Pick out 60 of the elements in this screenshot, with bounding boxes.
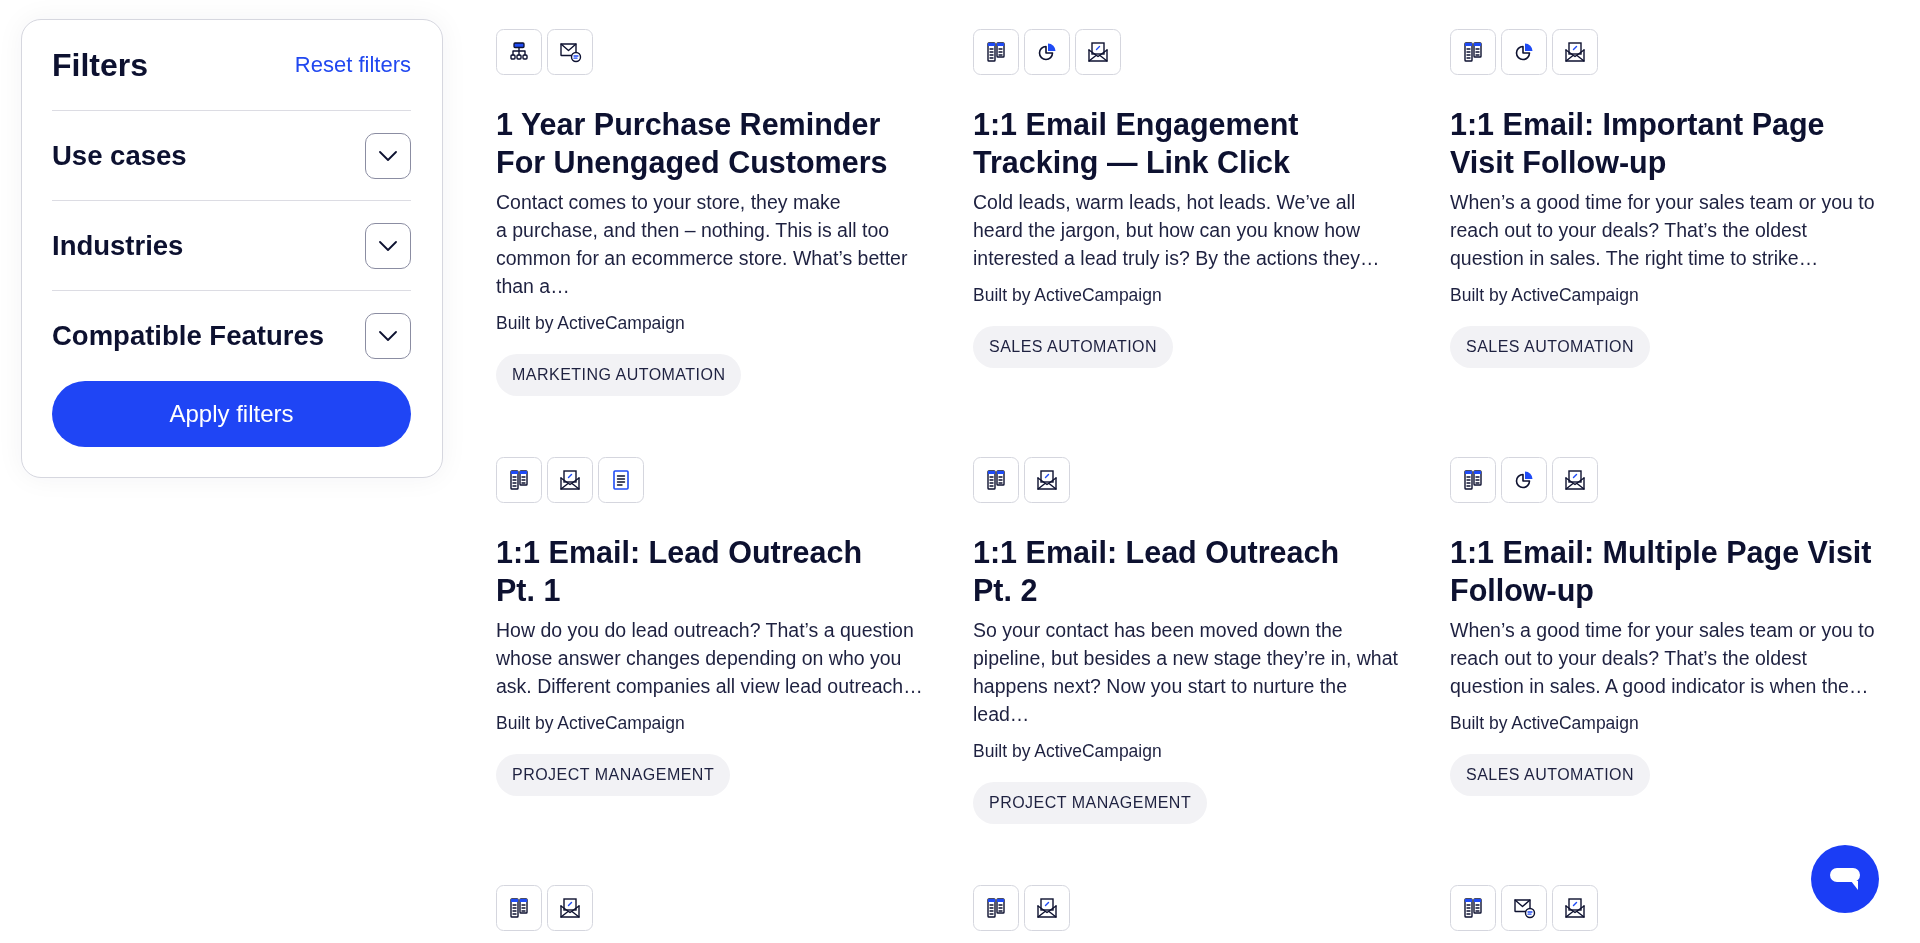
chevron-down-icon: [379, 331, 397, 341]
chat-bubble-icon: [1830, 868, 1860, 890]
open-envelope-icon: [1552, 29, 1598, 75]
open-envelope-icon: [1552, 885, 1598, 931]
columns-icon: [1450, 457, 1496, 503]
open-envelope-icon: [1075, 29, 1121, 75]
chevron-down-icon: [379, 240, 397, 251]
card-title[interactable]: 1:1 Email: Lead Outreach Pt. 1: [496, 533, 924, 609]
columns-icon: [973, 885, 1019, 931]
author-text: Built by ActiveCampaign: [496, 312, 685, 335]
open-envelope-icon: [1552, 457, 1598, 503]
pie-chart-icon: [1501, 457, 1547, 503]
card-description: So your contact has been moved down the pipeline, but besides a new stage they’re in, what happens next? Now you start to nurture the lead…: [973, 618, 1399, 727]
filter-section-label: Compatible Features: [52, 320, 324, 352]
card-description: How do you do lead outreach? That’s a question whose answer changes depending on who you ask. Different companies all view lead outreach…: [496, 618, 924, 699]
expand-button[interactable]: [365, 313, 411, 359]
open-envelope-icon: [1024, 885, 1070, 931]
columns-icon: [1450, 29, 1496, 75]
category-tag: SALES AUTOMATION: [1450, 326, 1651, 368]
category-tag: PROJECT MANAGEMENT: [973, 782, 1208, 824]
pie-chart-icon: [1024, 29, 1070, 75]
expand-button[interactable]: [365, 132, 411, 179]
author-text: Built by ActiveCampaign: [1450, 712, 1639, 735]
card-title[interactable]: 1:1 Email: Lead Outreach Pt. 2: [973, 533, 1401, 609]
filter-section-label: Industries: [52, 229, 184, 262]
pie-chart-icon: [1501, 29, 1547, 75]
document-icon: [598, 457, 644, 503]
hierarchy-icon: [496, 29, 542, 75]
category-tag: PROJECT MANAGEMENT: [496, 754, 731, 796]
columns-icon: [973, 457, 1019, 503]
card-description: Cold leads, warm leads, hot leads. We’ve all heard the jargon, but how can you know how interested a lead truly is? By the actions they…: [973, 190, 1381, 271]
author-text: Built by ActiveCampaign: [1450, 284, 1639, 307]
columns-icon: [496, 885, 542, 931]
columns-icon: [973, 29, 1019, 75]
open-envelope-icon: [1024, 457, 1070, 503]
apply-filters-button[interactable]: Apply filters: [52, 381, 411, 447]
open-envelope-icon: [547, 885, 593, 931]
card-title[interactable]: 1:1 Email: Important Page Visit Follow-up: [1450, 105, 1878, 181]
category-tag: MARKETING AUTOMATION: [496, 354, 742, 396]
card-description: When’s a good time for your sales team or you to reach out to your deals? That’s the oldest question in sales. A good indicator is when the…: [1450, 618, 1876, 699]
card-description: Contact comes to your store, they make a purchase, and then – nothing. This is all too common for an ecommerce store. What’s better than a…: [496, 190, 909, 299]
category-tag: SALES AUTOMATION: [1450, 754, 1651, 796]
envelope-chat-icon: [1501, 885, 1547, 931]
filter-section-label: Use cases: [52, 139, 187, 172]
author-text: Built by ActiveCampaign: [973, 284, 1162, 307]
columns-icon: [496, 457, 542, 503]
open-envelope-icon: [547, 457, 593, 503]
expand-button[interactable]: [365, 222, 411, 269]
columns-icon: [1450, 885, 1496, 931]
category-tag: SALES AUTOMATION: [973, 326, 1174, 368]
card-description: When’s a good time for your sales team or you to reach out to your deals? That’s the oldest question in sales. The right time to strike…: [1450, 190, 1876, 271]
card-title[interactable]: 1:1 Email Engagement Tracking — Link Click: [973, 105, 1401, 181]
chevron-down-icon: [379, 150, 397, 161]
envelope-chat-icon: [547, 29, 593, 75]
author-text: Built by ActiveCampaign: [973, 740, 1162, 763]
author-text: Built by ActiveCampaign: [496, 712, 685, 735]
card-title[interactable]: 1 Year Purchase Reminder For Unengaged Customers: [496, 105, 924, 181]
card-title[interactable]: 1:1 Email: Multiple Page Visit Follow-up: [1450, 533, 1878, 609]
reset-filters-link[interactable]: Reset filters: [294, 51, 411, 79]
filters-heading: Filters: [52, 46, 149, 84]
